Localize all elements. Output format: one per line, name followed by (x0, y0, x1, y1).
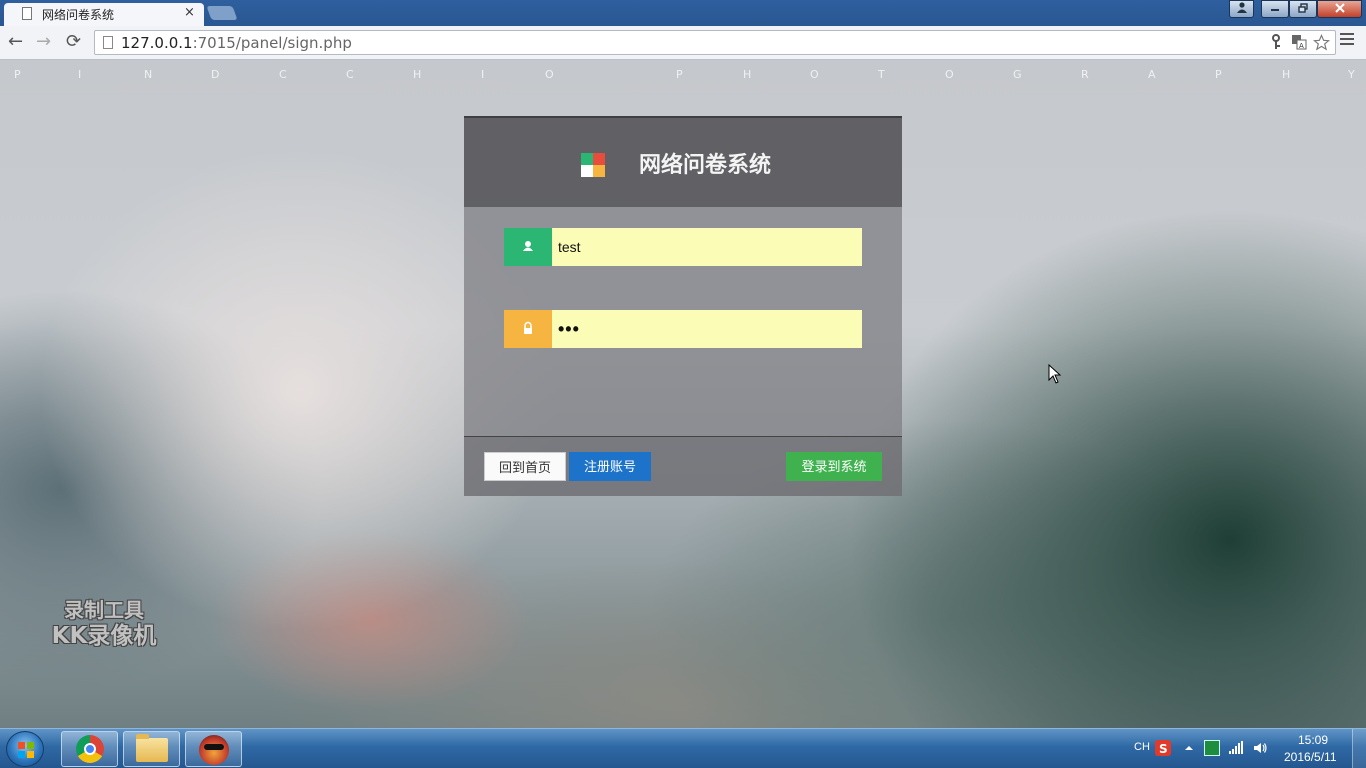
banner-letter: H (413, 68, 422, 81)
svg-text:A: A (1299, 42, 1304, 50)
language-indicator[interactable]: CH (1134, 741, 1150, 753)
username-field (504, 228, 862, 266)
network-status-icon[interactable] (1204, 740, 1220, 756)
url-path: :7015/panel/sign.php (192, 34, 352, 52)
username-input[interactable] (552, 228, 862, 266)
windows-taskbar: CH S 15:09 2016/5/11 (0, 728, 1366, 768)
banner-letter: H (743, 68, 752, 81)
banner-letter: T (878, 68, 885, 81)
banner-letter: Y (1348, 68, 1355, 81)
svg-text:S: S (1159, 742, 1168, 756)
browser-tab[interactable]: 网络问卷系统 × (4, 3, 204, 26)
close-icon (1334, 3, 1345, 13)
user-icon (1236, 2, 1247, 13)
banner-letter: R (1081, 68, 1089, 81)
banner-letter: O (545, 68, 554, 81)
login-panel: 网络问卷系统 回到首页 注册账号 登 (464, 116, 902, 496)
mouse-cursor-icon (1048, 364, 1062, 384)
banner-letter: I (481, 68, 485, 81)
banner-letter: G (1013, 68, 1022, 81)
page-icon (22, 7, 32, 20)
page-title: 网络问卷系统 (639, 153, 772, 178)
minimize-button[interactable] (1261, 0, 1289, 18)
login-form (464, 207, 902, 436)
banner-letter: C (346, 68, 354, 81)
profile-button[interactable] (1229, 0, 1254, 18)
browser-toolbar: ← → ⟳ 127.0.0.1:7015/panel/sign.php A (0, 26, 1366, 60)
reload-icon[interactable]: ⟳ (66, 31, 81, 53)
browser-tabstrip: 网络问卷系统 × (0, 0, 1366, 26)
signal-icon[interactable] (1228, 740, 1244, 756)
bookmark-star-icon[interactable] (1312, 33, 1331, 55)
sogou-input-icon[interactable]: S (1155, 740, 1171, 756)
banner-letter: P (676, 68, 683, 81)
taskbar-explorer[interactable] (123, 731, 180, 767)
tab-title: 网络问卷系统 (42, 8, 115, 22)
chrome-icon (76, 735, 104, 763)
explorer-folder-icon (136, 734, 168, 762)
password-input[interactable] (552, 310, 862, 348)
screen: 网络问卷系统 × ← → ⟳ 127.0.0.1:7015/panel/sign… (0, 0, 1366, 768)
restore-icon (1298, 3, 1308, 13)
chrome-menu-icon[interactable] (1340, 33, 1354, 48)
user-icon (504, 228, 552, 266)
banner-letter: H (1282, 68, 1291, 81)
banner-letter: O (945, 68, 954, 81)
login-button[interactable]: 登录到系统 (786, 452, 882, 481)
clock-time[interactable]: 15:09 (1298, 733, 1328, 747)
watermark-line2: KK录像机 (51, 623, 157, 649)
forward-icon[interactable]: → (36, 31, 51, 53)
photography-banner: P I N D C C H I O P H O T O G R A P H Y (0, 68, 1366, 82)
taskbar-chrome[interactable] (61, 731, 118, 767)
url-host: 127.0.0.1 (121, 34, 193, 52)
lock-icon (504, 310, 552, 348)
banner-letter: O (810, 68, 819, 81)
kk-recorder-icon (199, 735, 229, 765)
back-to-home-button[interactable]: 回到首页 (484, 452, 566, 481)
volume-icon[interactable] (1252, 740, 1268, 756)
panel-header: 网络问卷系统 (464, 116, 902, 207)
banner-letter: P (1215, 68, 1222, 81)
translate-icon[interactable]: A (1291, 34, 1307, 54)
banner-letter: C (279, 68, 287, 81)
show-desktop-button[interactable] (1352, 729, 1366, 768)
password-field (504, 310, 862, 348)
banner-letter: A (1148, 68, 1156, 81)
restore-button[interactable] (1289, 0, 1317, 18)
minimize-icon (1271, 9, 1279, 11)
back-icon[interactable]: ← (8, 31, 23, 53)
banner-letter: N (144, 68, 153, 81)
clock-date[interactable]: 2016/5/11 (1284, 750, 1337, 764)
banner-letter: I (78, 68, 82, 81)
register-button[interactable]: 注册账号 (569, 452, 651, 481)
panel-footer: 回到首页 注册账号 登录到系统 (464, 436, 902, 496)
show-hidden-icons-icon[interactable] (1181, 740, 1197, 756)
recorder-watermark: 录制工具 KK录像机 (34, 598, 174, 650)
page-icon (103, 36, 113, 49)
windows-logo-icon (18, 742, 34, 758)
new-tab-button[interactable] (206, 6, 238, 20)
key-icon[interactable] (1271, 34, 1281, 54)
app-logo-icon (581, 153, 605, 177)
taskbar-kk-recorder[interactable] (185, 731, 242, 767)
banner-letter: P (14, 68, 21, 81)
start-button[interactable] (6, 731, 44, 767)
url-text[interactable]: 127.0.0.1:7015/panel/sign.php (121, 34, 352, 52)
close-window-button[interactable] (1317, 0, 1362, 18)
watermark-line1: 录制工具 (64, 598, 144, 622)
page-content: P I N D C C H I O P H O T O G R A P H Y (0, 60, 1366, 728)
banner-letter: D (211, 68, 220, 81)
tab-close-icon[interactable]: × (184, 5, 195, 20)
address-bar[interactable]: 127.0.0.1:7015/panel/sign.php A (94, 30, 1336, 55)
